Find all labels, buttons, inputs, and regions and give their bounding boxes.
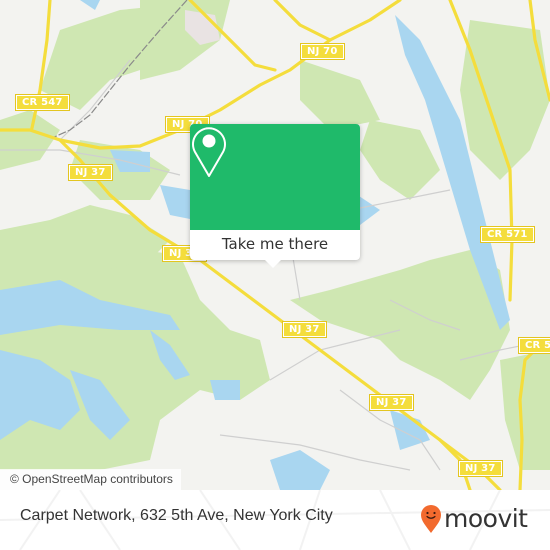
road-label-nj37-left: NJ 37 [68, 164, 113, 181]
place-title: Carpet Network, 632 5th Ave, New York Ci… [20, 507, 333, 524]
map-attribution[interactable]: © OpenStreetMap contributors [0, 469, 181, 490]
road-label-cr52: CR 52 [517, 337, 550, 354]
location-pin-icon [192, 127, 226, 177]
moovit-wordmark: moovit [444, 504, 528, 533]
road-label-nj37-bottom: NJ 37 [458, 460, 503, 477]
popup-pointer [265, 260, 281, 268]
road-label-cr547: CR 547 [15, 94, 70, 111]
road-label-nj37-lower: NJ 37 [369, 394, 414, 411]
road-label-nj70-top: NJ 70 [300, 43, 345, 60]
road-label-nj37-mid: NJ 37 [282, 321, 327, 338]
popup-header [190, 124, 360, 230]
location-popup: Take me there [190, 124, 360, 268]
map[interactable]: NJ 70 CR 547 NJ 70 NJ 37 NJ 37 CR 571 NJ… [0, 0, 550, 490]
road-label-cr571: CR 571 [480, 226, 535, 243]
moovit-face-pin-icon [421, 505, 441, 533]
take-me-there-button[interactable]: Take me there [190, 230, 360, 260]
footer: Carpet Network, 632 5th Ave, New York Ci… [0, 490, 550, 550]
